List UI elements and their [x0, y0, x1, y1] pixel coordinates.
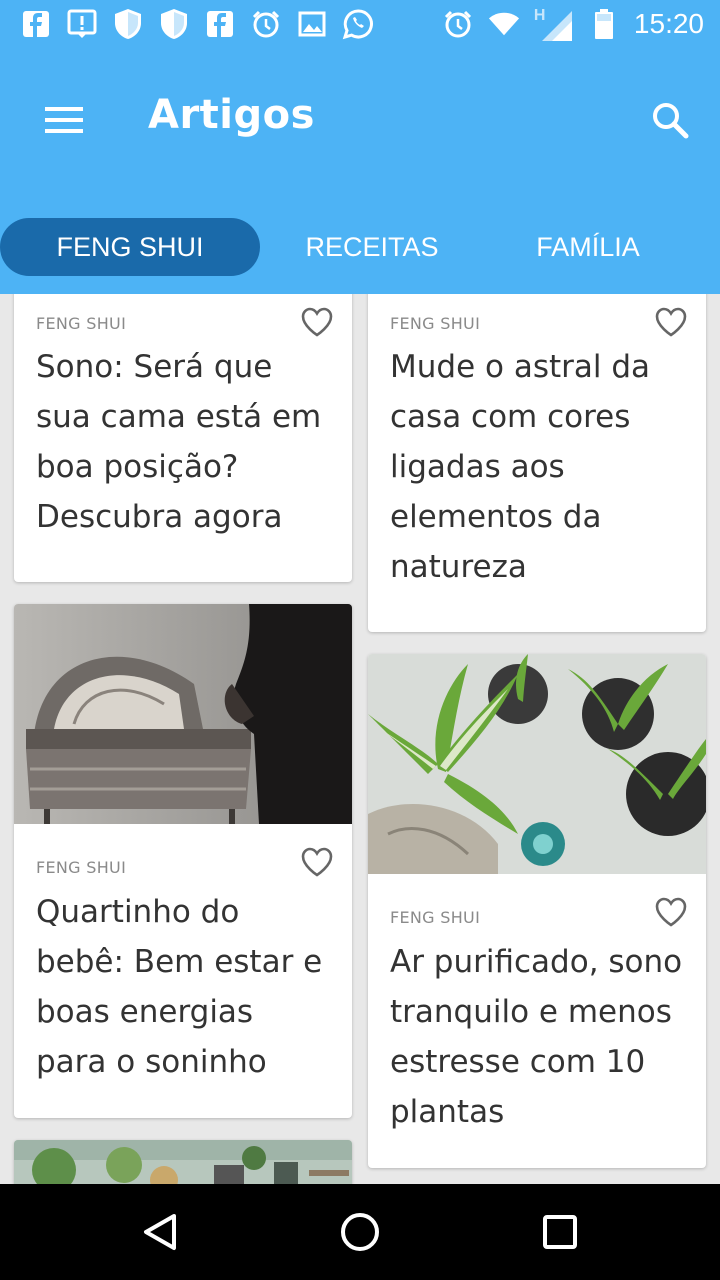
plants-photo — [368, 654, 706, 874]
article-category: FENG SHUI — [390, 908, 481, 927]
baby-crib-photo — [14, 604, 352, 824]
signal-icon: H — [534, 7, 574, 41]
alert-icon — [66, 8, 98, 40]
article-category: FENG SHUI — [36, 858, 127, 877]
article-title: Sono: Será que sua cama está em boa posi… — [36, 349, 322, 535]
tab-familia[interactable]: FAMÍLIA — [510, 218, 666, 276]
tab-feng-shui[interactable]: FENG SHUI — [0, 218, 260, 276]
search-icon — [653, 103, 689, 139]
back-button[interactable] — [130, 1202, 190, 1262]
whatsapp-icon — [342, 8, 374, 40]
search-button[interactable] — [642, 92, 698, 148]
shield-icon — [112, 8, 144, 40]
article-title: Mude o astral da casa com cores ligadas … — [390, 349, 651, 585]
article-card[interactable] — [14, 1140, 352, 1184]
hamburger-menu-icon — [45, 107, 83, 133]
wifi-icon — [488, 8, 520, 40]
article-card[interactable]: FENG SHUI Sono: Será que sua cama está e… — [14, 294, 352, 582]
image-icon — [296, 8, 328, 40]
status-bar: H 15:20 — [0, 0, 720, 48]
system-status: H 15:20 — [442, 6, 704, 42]
plants-shelf-photo — [14, 1140, 352, 1184]
battery-icon — [588, 8, 620, 40]
facebook-icon — [20, 8, 52, 40]
facebook-icon — [204, 8, 236, 40]
article-title: Ar purificado, sono tranquilo e menos es… — [390, 944, 683, 1130]
home-button[interactable] — [330, 1202, 390, 1262]
heart-icon[interactable] — [654, 896, 688, 928]
category-tabs: FENG SHUI RECEITAS FAMÍLIA — [0, 218, 720, 278]
alarm-icon — [250, 8, 282, 40]
back-triangle-icon — [144, 1214, 176, 1250]
clock: 15:20 — [633, 8, 704, 39]
article-card[interactable]: FENG SHUI Mude o astral da casa com core… — [368, 294, 706, 632]
recents-square-icon — [543, 1215, 577, 1249]
heart-icon[interactable] — [300, 846, 334, 878]
alarm-icon — [442, 8, 474, 40]
app-bar: Artigos FENG SHUI RECEITAS FAMÍLIA — [0, 48, 720, 294]
menu-button[interactable] — [30, 90, 98, 150]
article-category: FENG SHUI — [36, 314, 127, 333]
shield-icon — [158, 8, 190, 40]
heart-icon[interactable] — [300, 306, 334, 338]
article-card[interactable]: FENG SHUI Ar purificado, sono tranquilo … — [368, 654, 706, 1168]
navigation-bar — [0, 1184, 720, 1280]
recents-button[interactable] — [530, 1202, 590, 1262]
notification-icons — [20, 6, 374, 42]
home-circle-icon — [341, 1213, 379, 1251]
tab-receitas[interactable]: RECEITAS — [290, 218, 454, 276]
page-title: Artigos — [148, 92, 315, 138]
heart-icon[interactable] — [654, 306, 688, 338]
articles-grid: FENG SHUI Sono: Será que sua cama está e… — [0, 294, 720, 1184]
article-card[interactable]: FENG SHUI Quartinho do bebê: Bem estar e… — [14, 604, 352, 1118]
article-category: FENG SHUI — [390, 314, 481, 333]
article-title: Quartinho do bebê: Bem estar e boas ener… — [36, 894, 323, 1080]
